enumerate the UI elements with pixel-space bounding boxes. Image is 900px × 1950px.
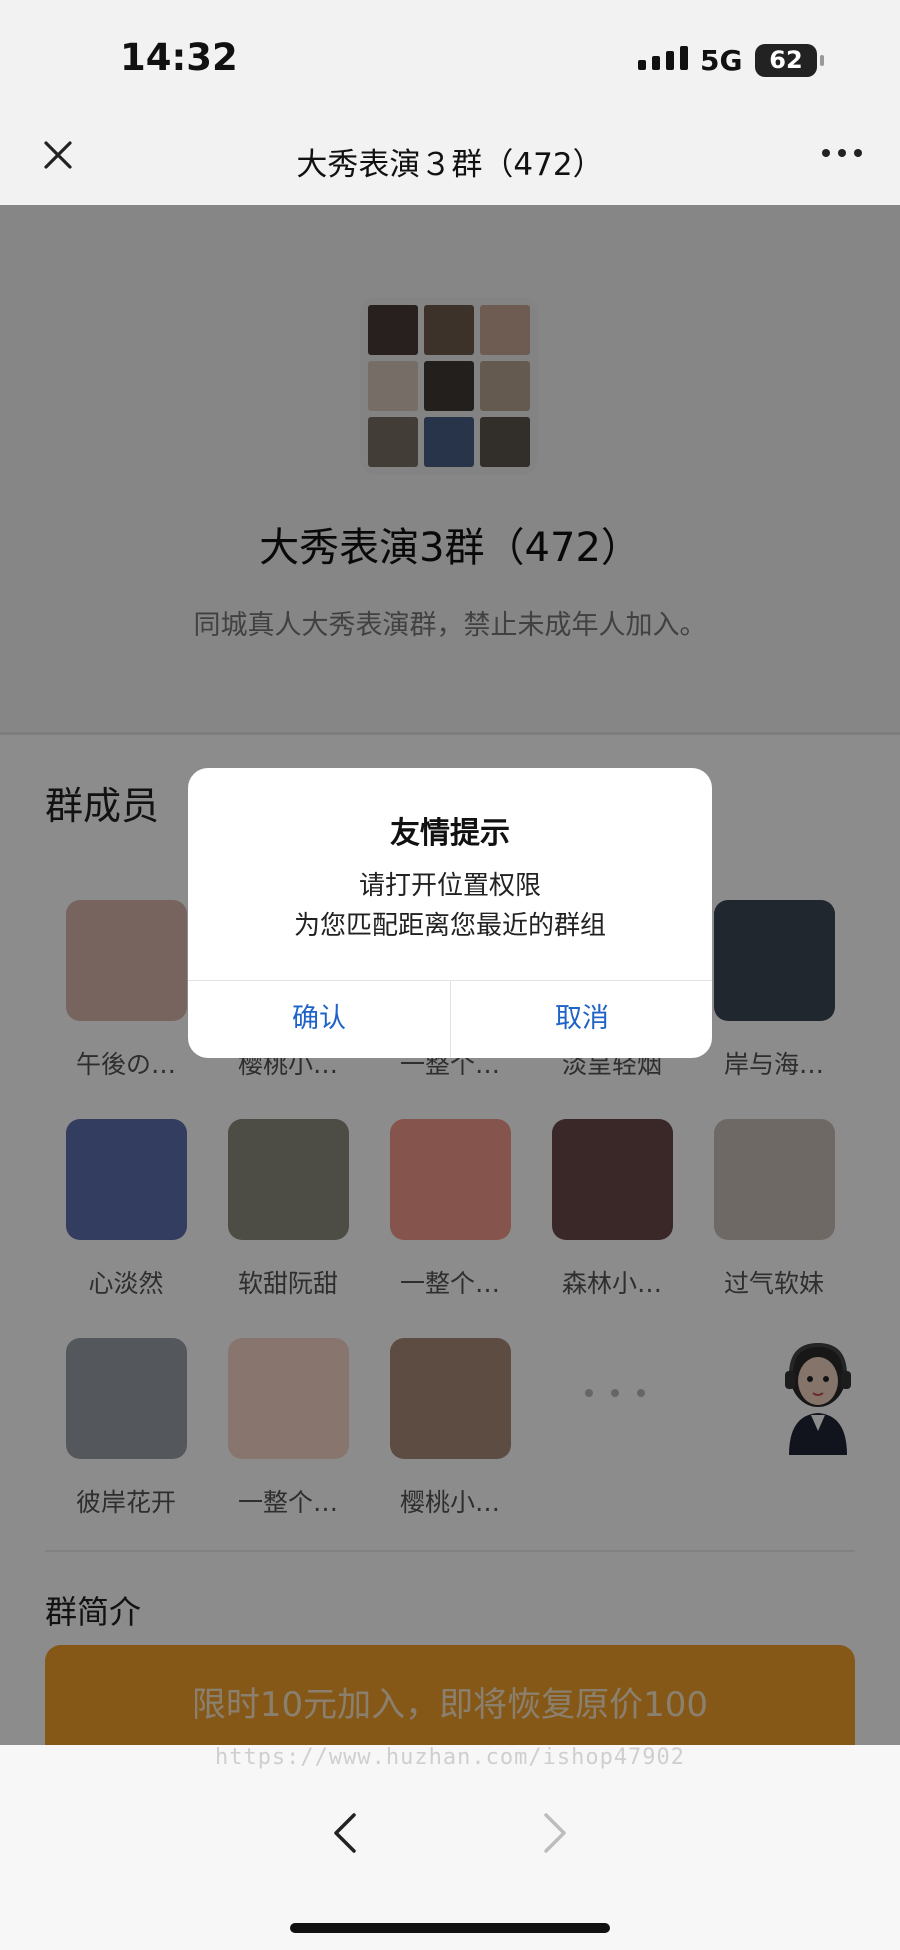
page-title: 大秀表演３群（472）: [296, 147, 604, 183]
status-bar: 14:32 5G 62: [0, 0, 900, 115]
confirm-button[interactable]: 确认: [188, 980, 450, 1058]
dialog-title: 友情提示: [390, 816, 510, 851]
dialog-message-line1: 请打开位置权限: [358, 871, 541, 901]
location-permission-dialog: 友情提示 请打开位置权限 为您匹配距离您最近的群组 确认 取消: [188, 768, 712, 1058]
dialog-message: 请打开位置权限 为您匹配距离您最近的群组: [188, 866, 712, 946]
cancel-button[interactable]: 取消: [451, 980, 712, 1058]
status-time: 14:32: [120, 36, 238, 79]
network-type: 5G: [700, 44, 743, 77]
more-dots-icon[interactable]: [822, 149, 862, 157]
browser-toolbar: https://www.huzhan.com/ishop47902: [0, 1745, 900, 1950]
signal-icon: [638, 46, 688, 70]
forward-arrow-icon[interactable]: [540, 1811, 570, 1859]
home-indicator[interactable]: [290, 1923, 610, 1933]
watermark: https://www.huzhan.com/ishop47902: [214, 1745, 686, 1770]
dialog-message-line2: 为您匹配距离您最近的群组: [293, 911, 606, 941]
nav-bar: 大秀表演３群（472）: [0, 115, 900, 205]
back-arrow-icon[interactable]: [330, 1811, 360, 1859]
battery-icon: 62: [755, 44, 824, 77]
